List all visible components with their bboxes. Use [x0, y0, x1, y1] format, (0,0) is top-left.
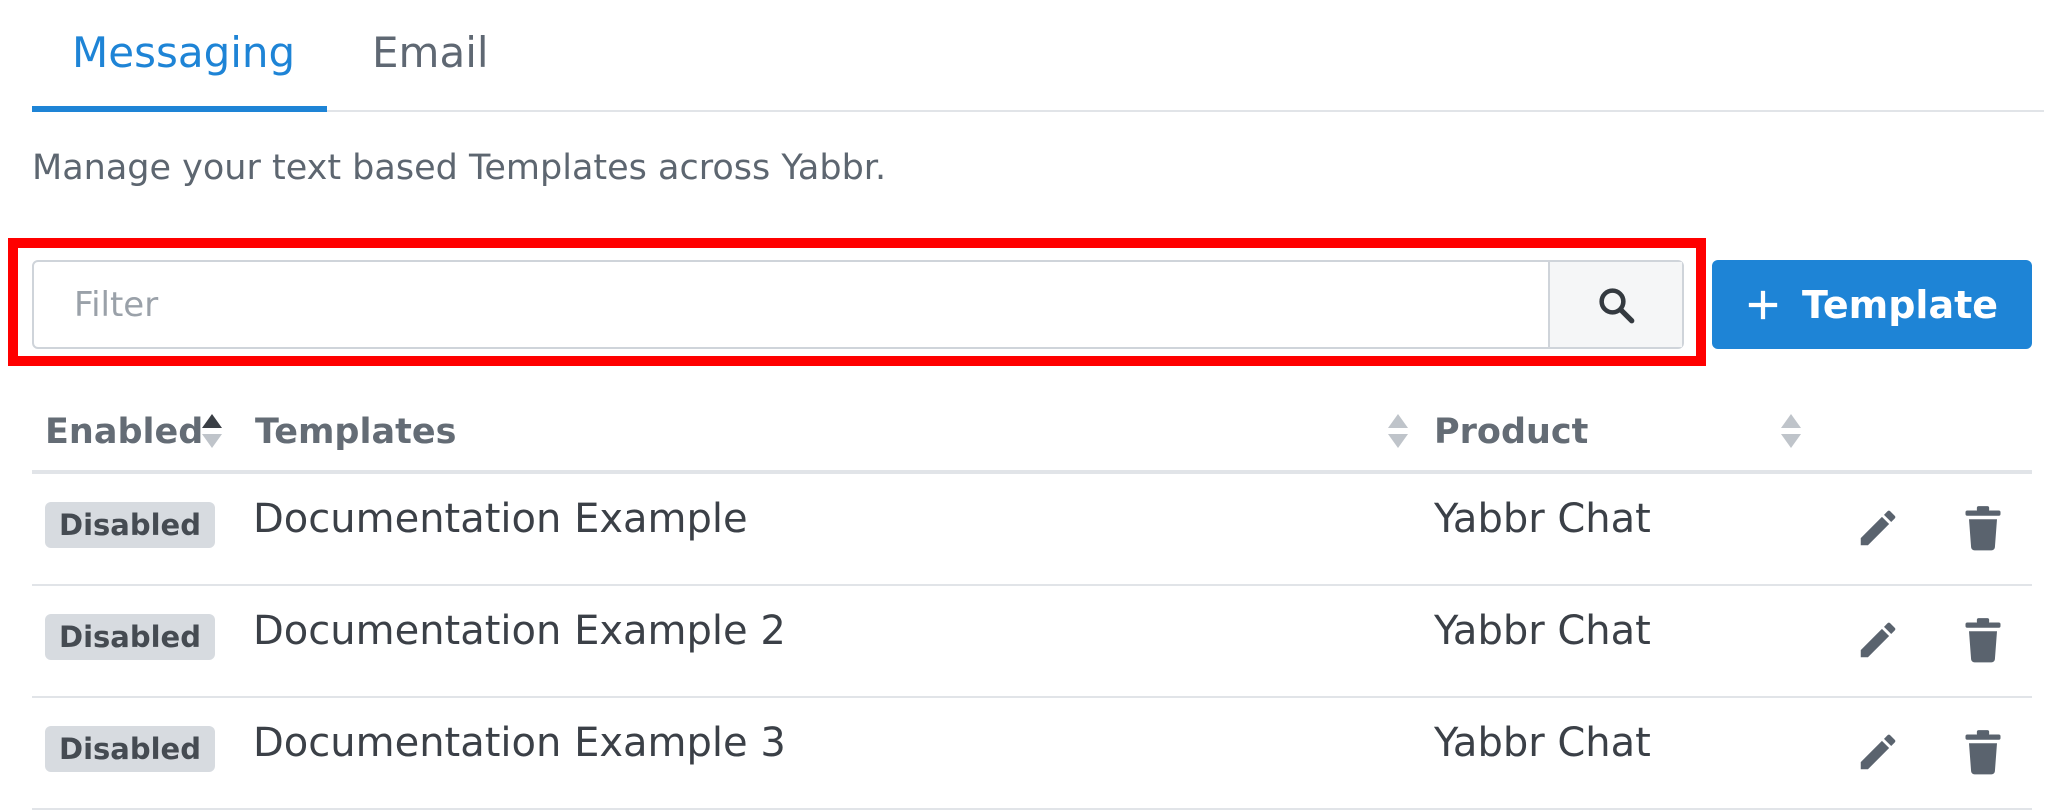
trash-icon: [1965, 730, 2001, 775]
search-button[interactable]: [1548, 262, 1682, 347]
trash-icon: [1965, 618, 2001, 663]
page-description: Manage your text based Templates across …: [32, 148, 887, 188]
template-name: Documentation Example 2: [253, 608, 786, 654]
filter-group: [32, 260, 1684, 349]
pencil-icon: [1860, 734, 1896, 770]
active-tab-indicator: [32, 106, 327, 112]
tab-bar: Messaging Email: [32, 0, 2044, 112]
tab-messaging[interactable]: Messaging: [72, 28, 295, 77]
search-icon: [1599, 287, 1635, 323]
delete-button[interactable]: [1959, 728, 2007, 776]
status-badge: Disabled: [45, 614, 215, 660]
product-name: Yabbr Chat: [1434, 720, 1651, 766]
trash-icon: [1965, 506, 2001, 551]
table-row: Disabled Documentation Example Yabbr Cha…: [32, 474, 2032, 586]
tab-email[interactable]: Email: [372, 28, 489, 77]
edit-button[interactable]: [1854, 728, 1902, 776]
sort-icon[interactable]: [1386, 412, 1410, 450]
status-badge: Disabled: [45, 502, 215, 548]
delete-button[interactable]: [1959, 616, 2007, 664]
filter-input[interactable]: [34, 262, 1552, 347]
templates-table: Enabled Templates Product Disabled Docum…: [32, 400, 2032, 810]
edit-button[interactable]: [1854, 616, 1902, 664]
sort-icon[interactable]: [1779, 412, 1803, 450]
template-name: Documentation Example: [253, 496, 748, 542]
table-row: Disabled Documentation Example 3 Yabbr C…: [32, 698, 2032, 810]
product-name: Yabbr Chat: [1434, 608, 1651, 654]
column-header-templates[interactable]: Templates: [255, 412, 456, 452]
pencil-icon: [1860, 510, 1896, 546]
product-name: Yabbr Chat: [1434, 496, 1651, 542]
add-template-button[interactable]: Template: [1712, 260, 2032, 349]
table-header: Enabled Templates Product: [32, 400, 2032, 474]
sort-ascending-icon[interactable]: [200, 412, 224, 450]
edit-button[interactable]: [1854, 504, 1902, 552]
template-name: Documentation Example 3: [253, 720, 786, 766]
table-row: Disabled Documentation Example 2 Yabbr C…: [32, 586, 2032, 698]
plus-icon: [1748, 290, 1778, 319]
column-header-enabled[interactable]: Enabled: [45, 412, 203, 452]
column-header-product[interactable]: Product: [1434, 412, 1588, 452]
status-badge: Disabled: [45, 726, 215, 772]
delete-button[interactable]: [1959, 504, 2007, 552]
add-template-label: Template: [1801, 282, 1999, 327]
pencil-icon: [1860, 622, 1896, 658]
